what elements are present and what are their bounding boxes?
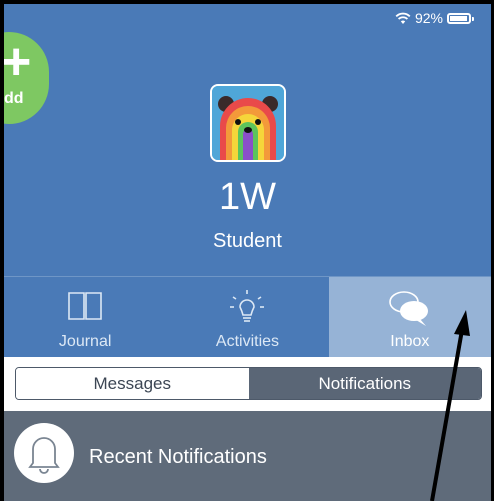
annotation-arrow xyxy=(430,310,470,501)
